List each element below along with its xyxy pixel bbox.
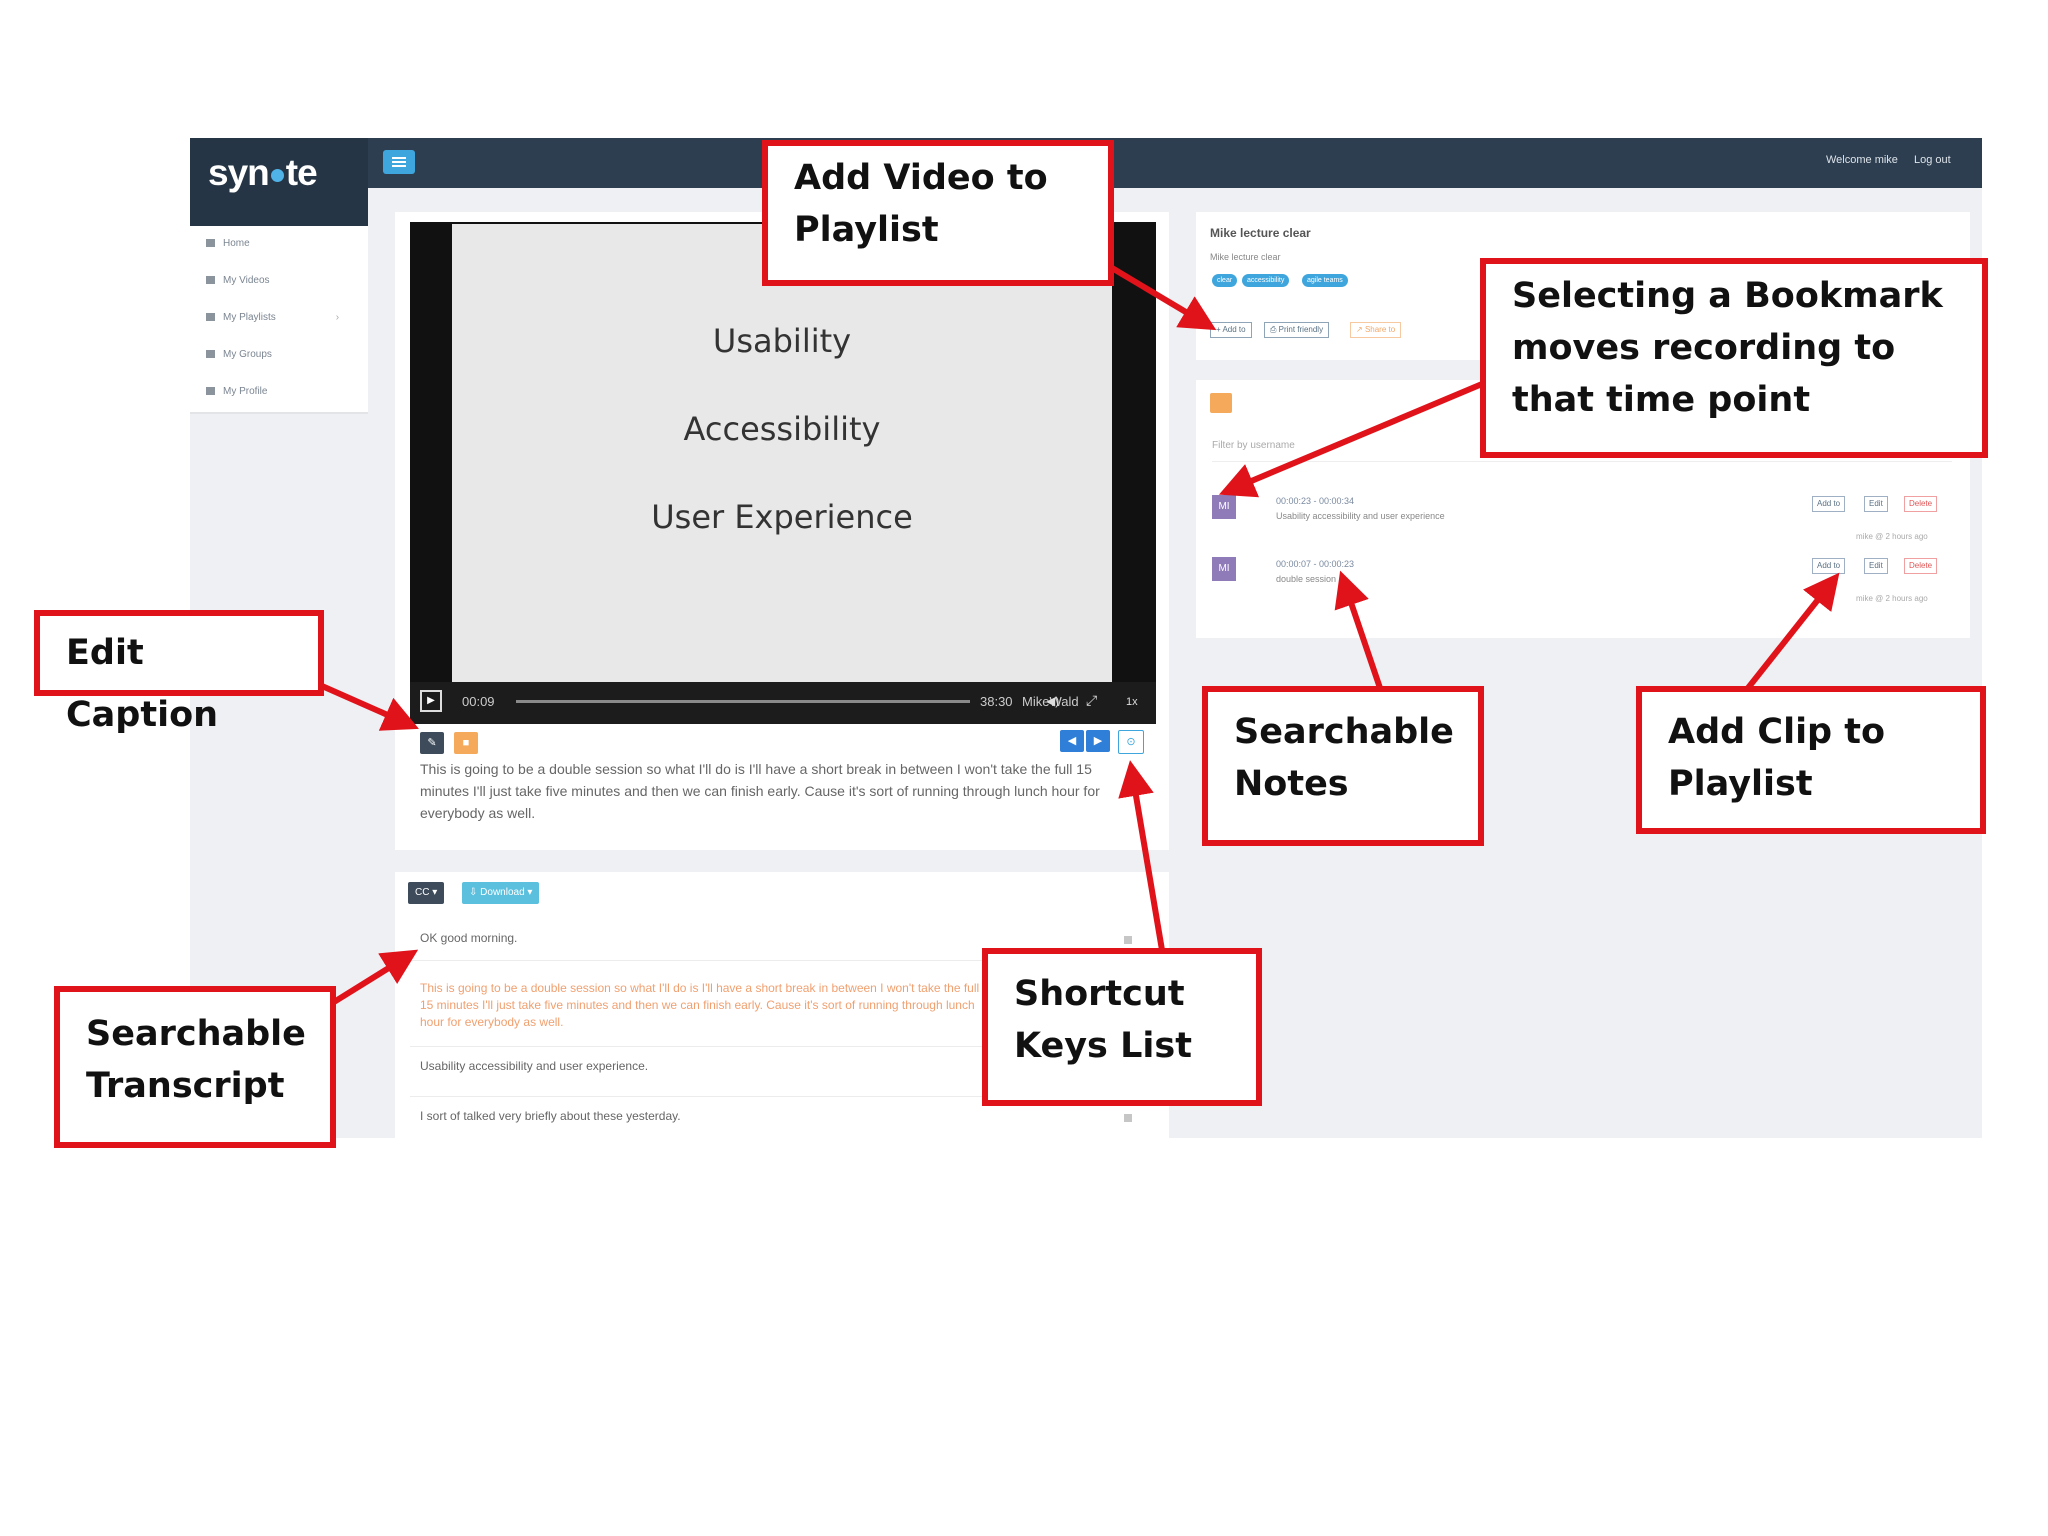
- callout-add-clip-to-playlist: Add Clip to Playlist: [1636, 686, 1986, 834]
- callout-searchable-notes: Searchable Notes: [1202, 686, 1484, 846]
- callout-add-video-to-playlist: Add Video to Playlist: [762, 140, 1114, 286]
- callout-searchable-transcript: Searchable Transcript: [54, 986, 336, 1148]
- callout-shortcut-keys-list: Shortcut Keys List: [982, 948, 1262, 1106]
- callout-bookmark: Selecting a Bookmark moves recording to …: [1480, 258, 1988, 458]
- callout-edit-caption: Edit Caption: [34, 610, 324, 735]
